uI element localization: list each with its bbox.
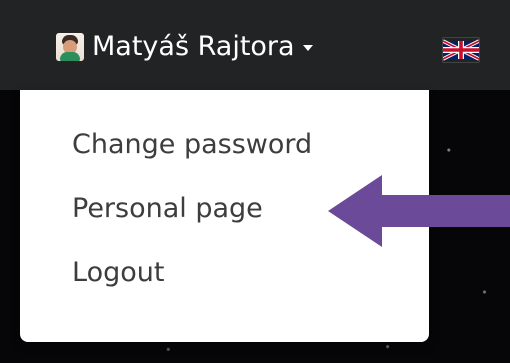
arrow-shape [328, 175, 510, 247]
page-root: Matyáš Rajtora Change password Personal … [0, 0, 510, 363]
caret-down-icon [302, 45, 313, 51]
uk-flag-svg [443, 39, 479, 61]
personal-page-link[interactable]: Personal page [72, 189, 263, 229]
user-name-label: Matyáš Rajtora [92, 31, 295, 62]
uk-flag-icon[interactable] [443, 38, 479, 62]
avatar-shirt [60, 52, 80, 61]
user-avatar [56, 33, 84, 61]
pointer-arrow-icon [328, 175, 510, 247]
user-menu-toggle[interactable]: Matyáš Rajtora [56, 30, 313, 64]
logout-link[interactable]: Logout [72, 253, 164, 293]
top-navbar: Matyáš Rajtora [0, 0, 510, 90]
change-password-link[interactable]: Change password [72, 125, 312, 165]
